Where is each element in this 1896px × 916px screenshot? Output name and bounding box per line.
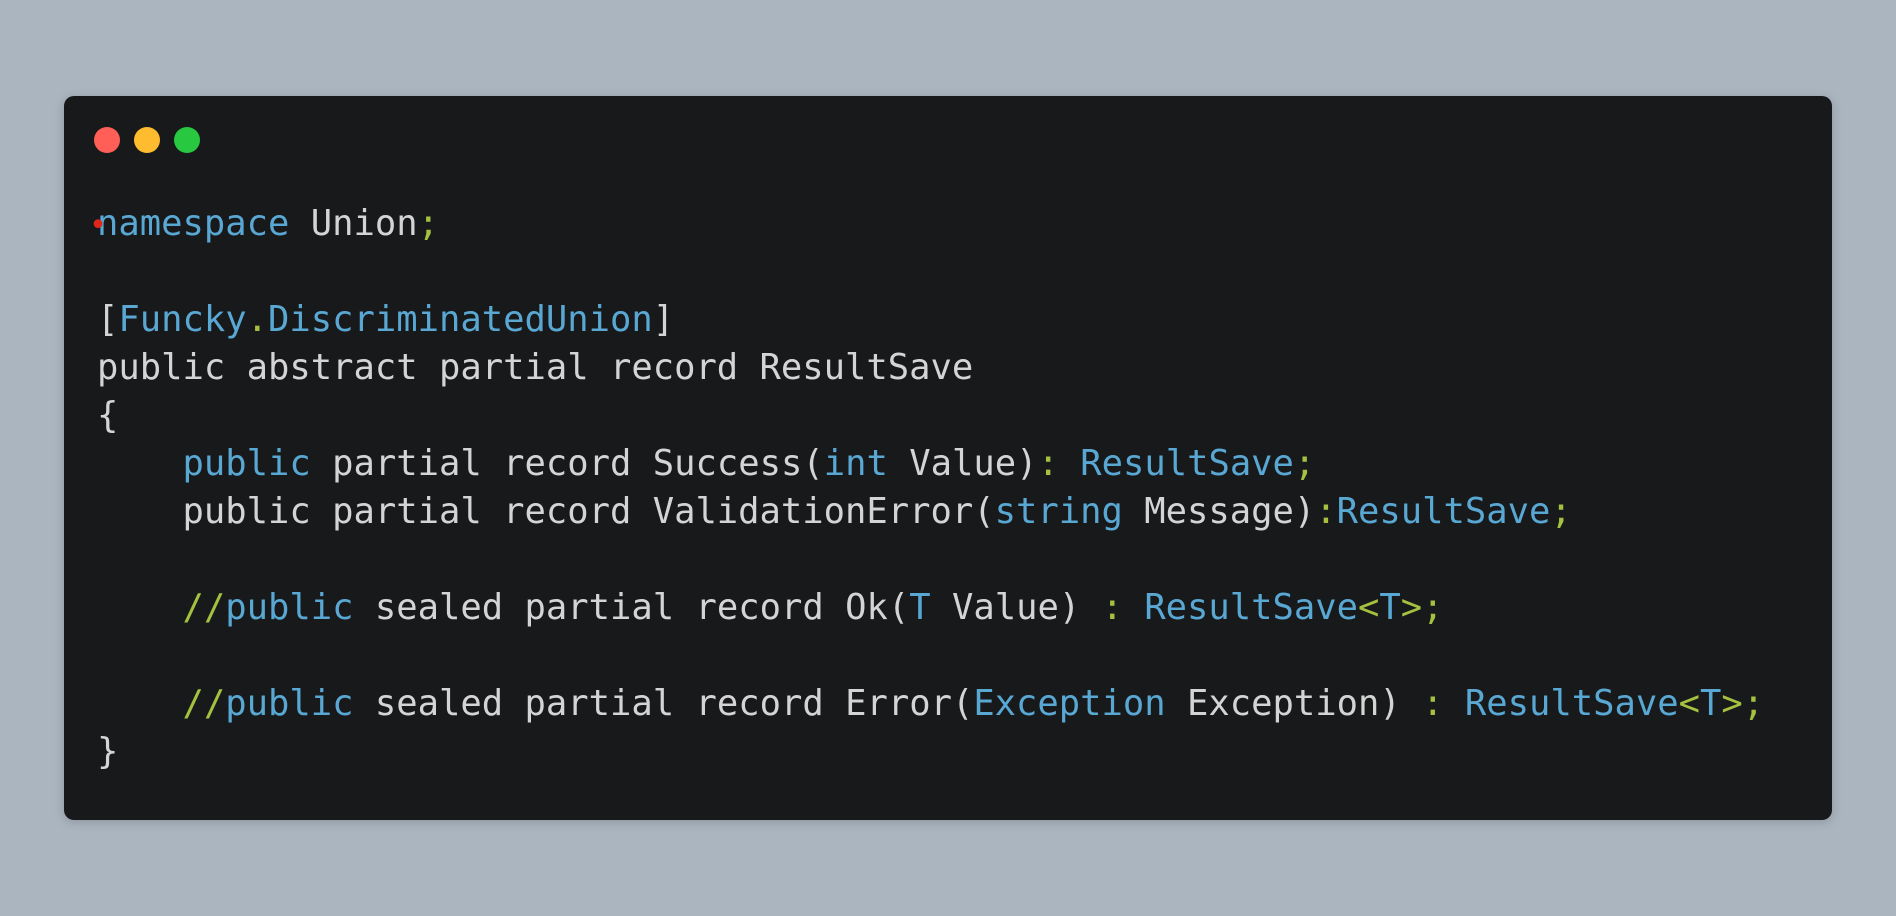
code-token: ; (417, 203, 439, 244)
code-token: . (246, 299, 268, 340)
code-token: public abstract partial record ResultSav… (97, 347, 974, 388)
code-line: public partial record Success(int Value)… (97, 440, 1764, 488)
code-block: •namespace Union; [Funcky.DiscriminatedUn… (89, 200, 1765, 776)
code-token: } (97, 731, 119, 772)
code-line: public partial record ValidationError(st… (97, 488, 1764, 536)
code-token: ResultSave (1336, 491, 1551, 532)
code-line: public abstract partial record ResultSav… (97, 344, 1764, 392)
code-token: >; (1721, 683, 1765, 724)
code-line: //public sealed partial record Ok(T Valu… (97, 584, 1764, 632)
code-token: ResultSave (1144, 587, 1359, 628)
code-token: public partial record ValidationError( (97, 491, 995, 532)
minimize-dot[interactable] (134, 127, 160, 153)
window-controls (94, 127, 200, 153)
maximize-dot[interactable] (174, 127, 200, 153)
code-token: Union (289, 203, 418, 244)
code-token: : (1101, 587, 1145, 628)
code-token: string (994, 491, 1123, 532)
code-token: DiscriminatedUnion (268, 299, 653, 340)
code-token: ; (1550, 491, 1572, 532)
code-token: public (182, 443, 311, 484)
code-token: // (182, 587, 226, 628)
code-line: [Funcky.DiscriminatedUnion] (97, 296, 1764, 344)
code-token: T (1700, 683, 1722, 724)
code-token: T (1379, 587, 1401, 628)
code-token: Exception) (1165, 683, 1423, 724)
code-token: : (1422, 683, 1465, 724)
code-token: Exception (973, 683, 1166, 724)
code-token: T (909, 587, 931, 628)
code-token: sealed partial record Error( (353, 683, 974, 724)
code-token: sealed partial record Ok( (353, 587, 910, 628)
code-token: public (225, 587, 354, 628)
code-token: public (225, 683, 354, 724)
code-token: // (182, 683, 226, 724)
code-token: ] (652, 299, 675, 340)
code-token: namespace (97, 203, 290, 244)
code-token: Value) (887, 443, 1038, 484)
code-line: •namespace Union; (89, 203, 439, 244)
close-dot[interactable] (94, 127, 120, 153)
code-token: { (97, 395, 119, 436)
code-token: int (823, 443, 888, 484)
code-token: ResultSave (1464, 683, 1679, 724)
code-token: partial record Success( (310, 443, 824, 484)
code-token: ; (1293, 443, 1316, 484)
code-token: ResultSave (1080, 443, 1294, 484)
code-token: < (1678, 683, 1701, 724)
code-token: [ (97, 299, 119, 340)
code-token: < (1358, 587, 1380, 628)
code-token: >; (1400, 587, 1444, 628)
code-token: Message) (1122, 491, 1316, 532)
code-line: } (97, 728, 1764, 776)
code-token: Value) (930, 587, 1102, 628)
code-token: Funcky (118, 299, 247, 340)
code-token: : (1037, 443, 1081, 484)
code-window: •namespace Union; [Funcky.DiscriminatedUn… (64, 96, 1832, 820)
code-token: : (1315, 491, 1337, 532)
code-line: { (97, 392, 1764, 440)
code-line: //public sealed partial record Error(Exc… (97, 680, 1765, 728)
